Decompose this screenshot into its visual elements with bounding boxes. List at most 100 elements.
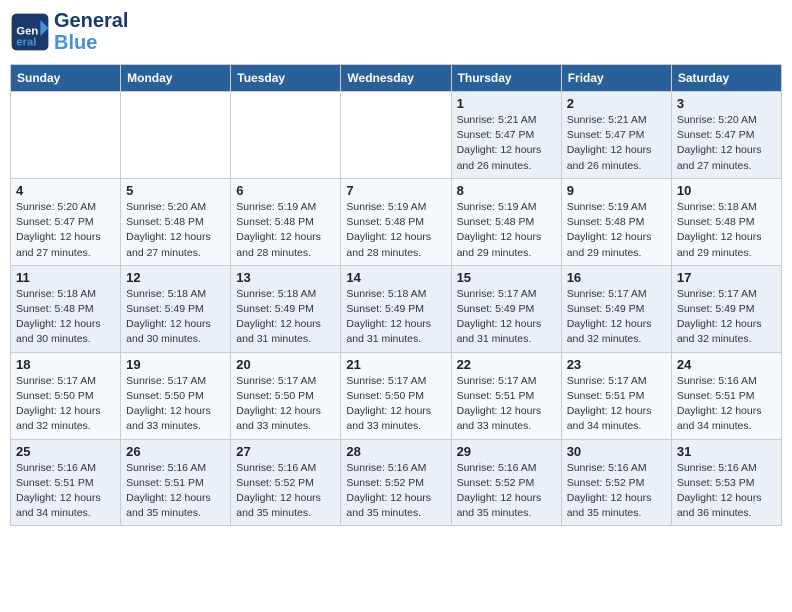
day-info: Sunrise: 5:17 AM Sunset: 5:49 PM Dayligh…	[677, 287, 776, 348]
calendar-week-4: 18 Sunrise: 5:17 AM Sunset: 5:50 PM Dayli…	[11, 352, 782, 439]
calendar-cell: 13Sunrise: 5:18 AM Sunset: 5:49 PM Dayli…	[231, 265, 341, 352]
calendar-cell: 19 Sunrise: 5:17 AM Sunset: 5:50 PM Dayli…	[121, 352, 231, 439]
day-number: 13	[236, 270, 335, 285]
weekday-header-tuesday: Tuesday	[231, 65, 341, 92]
day-number: 1	[457, 96, 556, 111]
day-number: 12	[126, 270, 225, 285]
calendar-cell: 21Sunrise: 5:17 AM Sunset: 5:50 PM Dayli…	[341, 352, 451, 439]
calendar-cell: 10 Sunrise: 5:18 AM Sunset: 5:48 PM Dayli…	[671, 178, 781, 265]
logo-name-general: General	[54, 10, 128, 32]
day-number: 28	[346, 444, 445, 459]
day-number: 9	[567, 183, 666, 198]
day-info: Sunrise: 5:17 AM Sunset: 5:51 PM Dayligh…	[567, 374, 666, 435]
calendar-cell: 29Sunrise: 5:16 AM Sunset: 5:52 PM Dayli…	[451, 439, 561, 526]
calendar-week-5: 25 Sunrise: 5:16 AM Sunset: 5:51 PM Dayli…	[11, 439, 782, 526]
weekday-header-friday: Friday	[561, 65, 671, 92]
day-number: 25	[16, 444, 115, 459]
calendar-cell: 11Sunrise: 5:18 AM Sunset: 5:48 PM Dayli…	[11, 265, 121, 352]
day-info: Sunrise: 5:16 AM Sunset: 5:51 PM Dayligh…	[126, 461, 225, 522]
weekday-header-monday: Monday	[121, 65, 231, 92]
day-info: Sunrise: 5:16 AM Sunset: 5:52 PM Dayligh…	[457, 461, 556, 522]
weekday-header-sunday: Sunday	[11, 65, 121, 92]
day-info: Sunrise: 5:17 AM Sunset: 5:50 PM Dayligh…	[126, 374, 225, 435]
calendar-cell	[341, 92, 451, 179]
day-number: 19	[126, 357, 225, 372]
day-number: 8	[457, 183, 556, 198]
day-number: 27	[236, 444, 335, 459]
day-info: Sunrise: 5:18 AM Sunset: 5:48 PM Dayligh…	[677, 200, 776, 261]
calendar-cell: 20Sunrise: 5:17 AM Sunset: 5:50 PM Dayli…	[231, 352, 341, 439]
day-number: 22	[457, 357, 556, 372]
day-info: Sunrise: 5:18 AM Sunset: 5:49 PM Dayligh…	[126, 287, 225, 348]
calendar-cell: 7Sunrise: 5:19 AM Sunset: 5:48 PM Daylig…	[341, 178, 451, 265]
calendar-week-2: 4 Sunrise: 5:20 AM Sunset: 5:47 PM Daylig…	[11, 178, 782, 265]
weekday-header-thursday: Thursday	[451, 65, 561, 92]
day-number: 2	[567, 96, 666, 111]
calendar-cell	[231, 92, 341, 179]
calendar-cell: 12 Sunrise: 5:18 AM Sunset: 5:49 PM Dayli…	[121, 265, 231, 352]
calendar-cell: 3 Sunrise: 5:20 AM Sunset: 5:47 PM Daylig…	[671, 92, 781, 179]
day-number: 16	[567, 270, 666, 285]
calendar-cell: 6 Sunrise: 5:19 AM Sunset: 5:48 PM Daylig…	[231, 178, 341, 265]
day-number: 24	[677, 357, 776, 372]
calendar-cell: 17 Sunrise: 5:17 AM Sunset: 5:49 PM Dayli…	[671, 265, 781, 352]
calendar-cell: 27 Sunrise: 5:16 AM Sunset: 5:52 PM Dayli…	[231, 439, 341, 526]
day-info: Sunrise: 5:21 AM Sunset: 5:47 PM Dayligh…	[457, 113, 556, 174]
calendar-table: SundayMondayTuesdayWednesdayThursdayFrid…	[10, 64, 782, 526]
day-info: Sunrise: 5:16 AM Sunset: 5:52 PM Dayligh…	[236, 461, 335, 522]
day-info: Sunrise: 5:17 AM Sunset: 5:50 PM Dayligh…	[16, 374, 115, 435]
calendar-cell: 24 Sunrise: 5:16 AM Sunset: 5:51 PM Dayli…	[671, 352, 781, 439]
calendar-cell: 25 Sunrise: 5:16 AM Sunset: 5:51 PM Dayli…	[11, 439, 121, 526]
day-info: Sunrise: 5:18 AM Sunset: 5:49 PM Dayligh…	[346, 287, 445, 348]
day-number: 6	[236, 183, 335, 198]
calendar-cell: 14Sunrise: 5:18 AM Sunset: 5:49 PM Dayli…	[341, 265, 451, 352]
day-info: Sunrise: 5:20 AM Sunset: 5:48 PM Dayligh…	[126, 200, 225, 261]
day-number: 4	[16, 183, 115, 198]
day-info: Sunrise: 5:19 AM Sunset: 5:48 PM Dayligh…	[457, 200, 556, 261]
calendar-cell: 15 Sunrise: 5:17 AM Sunset: 5:49 PM Dayli…	[451, 265, 561, 352]
day-number: 23	[567, 357, 666, 372]
day-number: 17	[677, 270, 776, 285]
day-info: Sunrise: 5:17 AM Sunset: 5:50 PM Dayligh…	[346, 374, 445, 435]
day-number: 20	[236, 357, 335, 372]
page-header: Gen eral General Blue	[10, 10, 782, 54]
logo: Gen eral General Blue	[10, 10, 128, 54]
day-info: Sunrise: 5:16 AM Sunset: 5:51 PM Dayligh…	[677, 374, 776, 435]
calendar-cell: 18 Sunrise: 5:17 AM Sunset: 5:50 PM Dayli…	[11, 352, 121, 439]
day-number: 10	[677, 183, 776, 198]
calendar-cell: 23 Sunrise: 5:17 AM Sunset: 5:51 PM Dayli…	[561, 352, 671, 439]
day-info: Sunrise: 5:17 AM Sunset: 5:49 PM Dayligh…	[457, 287, 556, 348]
day-number: 15	[457, 270, 556, 285]
day-number: 26	[126, 444, 225, 459]
svg-text:eral: eral	[16, 37, 36, 49]
calendar-cell: 1 Sunrise: 5:21 AM Sunset: 5:47 PM Daylig…	[451, 92, 561, 179]
day-info: Sunrise: 5:16 AM Sunset: 5:52 PM Dayligh…	[346, 461, 445, 522]
day-number: 18	[16, 357, 115, 372]
calendar-week-3: 11Sunrise: 5:18 AM Sunset: 5:48 PM Dayli…	[11, 265, 782, 352]
calendar-cell: 22Sunrise: 5:17 AM Sunset: 5:51 PM Dayli…	[451, 352, 561, 439]
day-number: 3	[677, 96, 776, 111]
calendar-header-row: SundayMondayTuesdayWednesdayThursdayFrid…	[11, 65, 782, 92]
day-number: 7	[346, 183, 445, 198]
day-info: Sunrise: 5:19 AM Sunset: 5:48 PM Dayligh…	[236, 200, 335, 261]
day-number: 5	[126, 183, 225, 198]
day-info: Sunrise: 5:16 AM Sunset: 5:53 PM Dayligh…	[677, 461, 776, 522]
day-info: Sunrise: 5:18 AM Sunset: 5:48 PM Dayligh…	[16, 287, 115, 348]
calendar-cell: 31Sunrise: 5:16 AM Sunset: 5:53 PM Dayli…	[671, 439, 781, 526]
day-info: Sunrise: 5:20 AM Sunset: 5:47 PM Dayligh…	[16, 200, 115, 261]
calendar-cell: 4 Sunrise: 5:20 AM Sunset: 5:47 PM Daylig…	[11, 178, 121, 265]
day-info: Sunrise: 5:16 AM Sunset: 5:51 PM Dayligh…	[16, 461, 115, 522]
calendar-cell: 9 Sunrise: 5:19 AM Sunset: 5:48 PM Daylig…	[561, 178, 671, 265]
day-info: Sunrise: 5:16 AM Sunset: 5:52 PM Dayligh…	[567, 461, 666, 522]
calendar-cell: 2Sunrise: 5:21 AM Sunset: 5:47 PM Daylig…	[561, 92, 671, 179]
calendar-cell: 30 Sunrise: 5:16 AM Sunset: 5:52 PM Dayli…	[561, 439, 671, 526]
calendar-cell: 26 Sunrise: 5:16 AM Sunset: 5:51 PM Dayli…	[121, 439, 231, 526]
day-info: Sunrise: 5:20 AM Sunset: 5:47 PM Dayligh…	[677, 113, 776, 174]
weekday-header-wednesday: Wednesday	[341, 65, 451, 92]
weekday-header-saturday: Saturday	[671, 65, 781, 92]
calendar-cell	[121, 92, 231, 179]
calendar-week-1: 1 Sunrise: 5:21 AM Sunset: 5:47 PM Daylig…	[11, 92, 782, 179]
logo-name-blue: Blue	[54, 32, 128, 54]
day-info: Sunrise: 5:19 AM Sunset: 5:48 PM Dayligh…	[567, 200, 666, 261]
day-number: 30	[567, 444, 666, 459]
